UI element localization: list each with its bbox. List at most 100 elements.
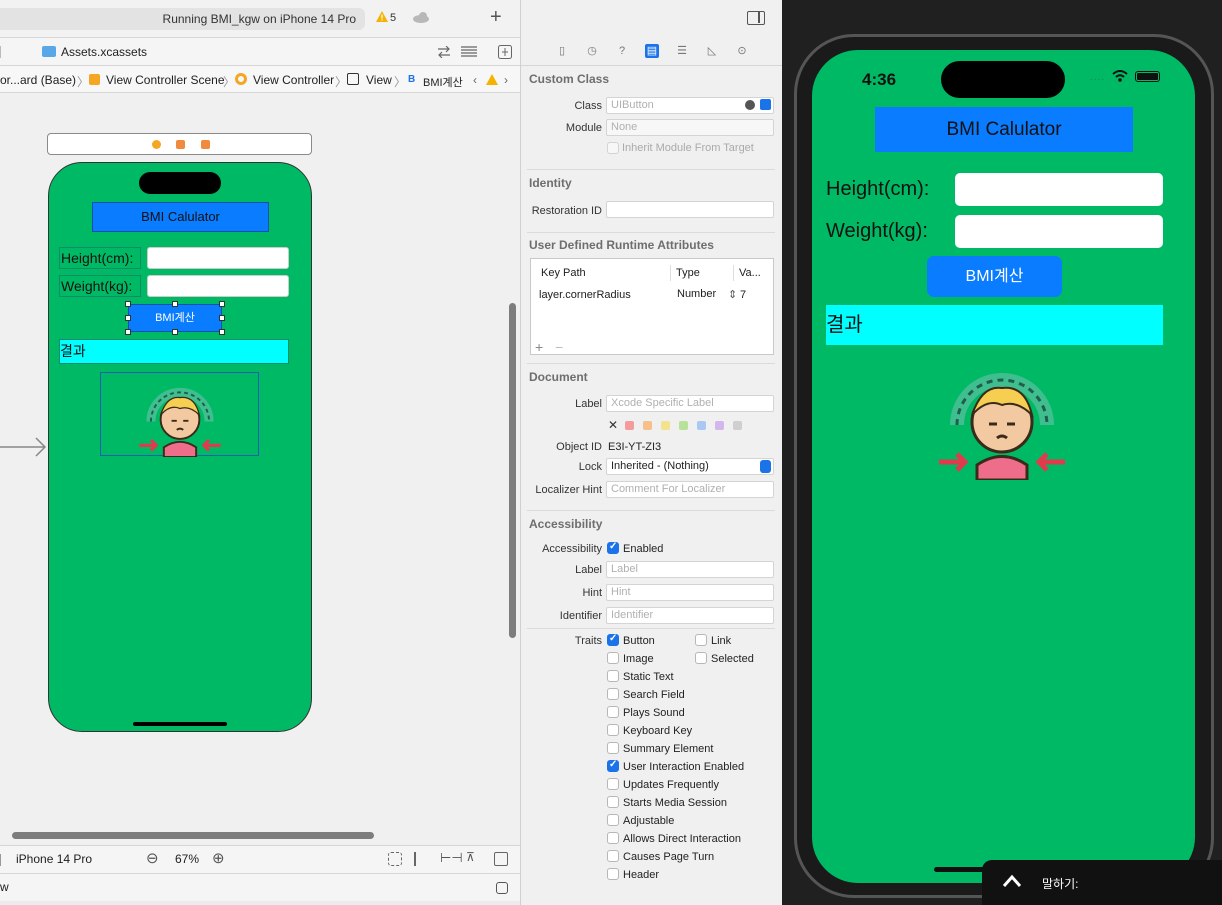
color-gray-icon[interactable] xyxy=(733,421,742,430)
storyboard-height-field[interactable] xyxy=(147,247,289,269)
update-frames-icon[interactable] xyxy=(388,852,402,866)
exit-icon[interactable] xyxy=(201,140,210,149)
trait-keyboard-key-checkbox[interactable] xyxy=(607,724,619,736)
storyboard-weight-field[interactable] xyxy=(147,275,289,297)
attributes-inspector-icon[interactable]: ☰ xyxy=(675,44,689,58)
trait-user-interaction-checkbox[interactable] xyxy=(607,759,619,772)
scene-dock[interactable] xyxy=(47,133,312,155)
remove-attribute-icon[interactable]: − xyxy=(555,339,563,355)
history-inspector-icon[interactable]: ◷ xyxy=(585,44,599,58)
color-orange-icon[interactable] xyxy=(643,421,652,430)
split-editor-icon[interactable] xyxy=(498,45,512,59)
trait-page-turn-checkbox[interactable] xyxy=(607,850,619,862)
trait-starts-media-checkbox[interactable] xyxy=(607,796,619,808)
document-label-field[interactable]: Xcode Specific Label xyxy=(606,395,774,412)
horizontal-scrollbar[interactable] xyxy=(12,832,374,839)
resize-handle[interactable] xyxy=(125,315,131,321)
weight-input[interactable] xyxy=(955,215,1163,248)
runtime-type[interactable]: Number xyxy=(677,288,716,300)
color-purple-icon[interactable] xyxy=(715,421,724,430)
acc-label-field[interactable]: Label xyxy=(606,561,774,578)
resize-handle[interactable] xyxy=(125,329,131,335)
breadcrumb-storyboard[interactable]: or...ard (Base) xyxy=(0,73,76,87)
breadcrumb-scene[interactable]: View Controller Scene xyxy=(106,73,225,87)
inherit-module-checkbox[interactable] xyxy=(607,142,619,154)
trait-button-checkbox[interactable] xyxy=(607,633,619,646)
chevron-right-nav-icon[interactable]: › xyxy=(504,73,508,87)
go-to-class-icon[interactable] xyxy=(745,100,755,110)
storyboard-bmi-button[interactable]: BMI계산 xyxy=(128,304,222,332)
lines-icon[interactable] xyxy=(460,46,478,58)
identity-inspector-icon[interactable]: ▤ xyxy=(645,44,659,58)
storyboard-canvas[interactable]: BMI Calulator Height(cm): Weight(kg): BM… xyxy=(0,93,520,845)
resize-handle[interactable] xyxy=(219,315,225,321)
resize-handle[interactable] xyxy=(219,329,225,335)
add-button[interactable]: + xyxy=(490,7,502,27)
height-input[interactable] xyxy=(955,173,1163,206)
add-attribute-icon[interactable]: + xyxy=(535,339,543,355)
trait-link-checkbox[interactable] xyxy=(695,634,707,646)
tab-assets[interactable]: Assets.xcassets xyxy=(42,45,147,59)
storyboard-result-label[interactable]: 결과 xyxy=(59,339,289,364)
color-yellow-icon[interactable] xyxy=(661,421,670,430)
align-icon[interactable] xyxy=(414,852,428,866)
storyboard-device[interactable]: BMI Calulator Height(cm): Weight(kg): BM… xyxy=(48,162,312,732)
device-selector[interactable]: iPhone 14 Pro xyxy=(16,852,92,866)
runtime-attributes-table[interactable]: Key Path Type Va... layer.cornerRadius N… xyxy=(530,258,774,355)
restoration-id-field[interactable] xyxy=(606,201,774,218)
trait-summary-element-checkbox[interactable] xyxy=(607,742,619,754)
trait-updates-frequently-checkbox[interactable] xyxy=(607,778,619,790)
localizer-hint-field[interactable]: Comment For Localizer xyxy=(606,481,774,498)
inspector-toggle-icon[interactable] xyxy=(747,11,765,25)
class-field[interactable]: UIButton xyxy=(606,97,774,114)
trait-direct-interaction-checkbox[interactable] xyxy=(607,832,619,844)
cloud-icon[interactable] xyxy=(412,12,430,23)
trait-search-field-checkbox[interactable] xyxy=(607,688,619,700)
acc-hint-field[interactable]: Hint xyxy=(606,584,774,601)
clear-color-icon[interactable]: ✕ xyxy=(608,418,618,432)
trait-adjustable-checkbox[interactable] xyxy=(607,814,619,826)
warning-icon[interactable] xyxy=(376,11,388,22)
warning-icon[interactable] xyxy=(486,74,498,85)
resize-handle[interactable] xyxy=(219,301,225,307)
breadcrumb-view[interactable]: View xyxy=(366,73,392,87)
dropdown-icon[interactable] xyxy=(760,99,771,110)
trait-image-checkbox[interactable] xyxy=(607,652,619,664)
chevron-left-icon[interactable]: ‹ xyxy=(473,73,477,87)
color-green-icon[interactable] xyxy=(679,421,688,430)
runtime-value[interactable]: 7 xyxy=(740,289,746,301)
breadcrumb-button[interactable]: BMI계산 xyxy=(423,74,463,90)
lock-select[interactable]: Inherited - (Nothing) xyxy=(606,458,774,475)
simulator-screen[interactable]: 4:36 .... BMI Calulator Height(cm): Weig… xyxy=(812,50,1195,883)
zoom-in-icon[interactable]: ⊕ xyxy=(212,849,225,867)
trait-header-checkbox[interactable] xyxy=(607,868,619,880)
resize-handle[interactable] xyxy=(172,301,178,307)
column-type[interactable]: Type xyxy=(676,267,700,279)
resize-handle[interactable] xyxy=(125,301,131,307)
zoom-out-icon[interactable]: ⊖ xyxy=(146,849,159,867)
add-constraints-icon[interactable]: ⊢⊣ xyxy=(440,850,463,866)
breadcrumb-view-controller[interactable]: View Controller xyxy=(253,73,334,87)
vc-dock-icon[interactable] xyxy=(152,140,161,149)
first-responder-icon[interactable] xyxy=(176,140,185,149)
hide-debug-icon[interactable] xyxy=(496,882,508,894)
resize-handle[interactable] xyxy=(172,329,178,335)
file-inspector-icon[interactable]: ▯ xyxy=(555,44,569,58)
help-inspector-icon[interactable]: ? xyxy=(615,44,629,58)
column-key-path[interactable]: Key Path xyxy=(541,267,586,279)
stepper-icon[interactable]: ⇕ xyxy=(728,288,737,301)
acc-identifier-field[interactable]: Identifier xyxy=(606,607,774,624)
column-value[interactable]: Va... xyxy=(739,267,761,279)
color-blue-icon[interactable] xyxy=(697,421,706,430)
trait-static-text-checkbox[interactable] xyxy=(607,670,619,682)
connections-inspector-icon[interactable]: ⊙ xyxy=(735,44,749,58)
runtime-key[interactable]: layer.cornerRadius xyxy=(539,289,631,301)
storyboard-image-view[interactable] xyxy=(100,372,259,457)
module-field[interactable]: None xyxy=(606,119,774,136)
storyboard-weight-label[interactable]: Weight(kg): xyxy=(59,275,141,297)
accessibility-enabled-checkbox[interactable] xyxy=(607,541,619,554)
embed-in-icon[interactable] xyxy=(494,852,508,866)
dictation-bar[interactable]: 말하기: xyxy=(982,860,1222,905)
vertical-scrollbar[interactable] xyxy=(509,303,516,638)
storyboard-title-label[interactable]: BMI Calulator xyxy=(92,202,269,232)
